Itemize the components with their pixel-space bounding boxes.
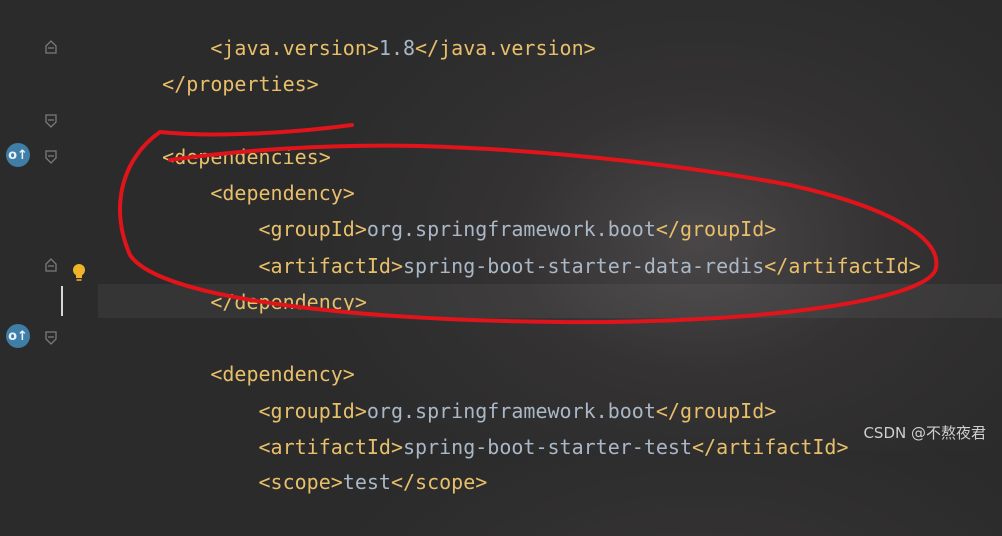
code-line: <dependencies> — [114, 103, 331, 169]
xml-tag: </dependency> — [210, 290, 367, 314]
code-line: <groupId>org.springframework.boot</group… — [114, 175, 777, 241]
code-line: <groupId>org.springframework.boot</group… — [114, 357, 777, 423]
watermark: CSDN @不熬夜君 — [863, 424, 986, 442]
code-line: <scope>test</scope> — [114, 428, 488, 494]
xml-text: spring-boot-starter-data-redis — [403, 254, 765, 278]
code-line: </properties> — [114, 30, 319, 96]
code-line: <artifactId>spring-boot-starter-data-red… — [114, 212, 921, 278]
code-editor[interactable]: <java.version>1.8</java.version> </prope… — [0, 0, 1002, 494]
xml-text: 1.8 — [378, 36, 416, 60]
code-line: <java.version>1.8</java.version> — [114, 0, 595, 60]
code-line: <artifactId>spring-boot-starter-test</ar… — [114, 393, 849, 459]
xml-tag: </properties> — [162, 72, 319, 96]
xml-tag: </artifactId> — [764, 254, 921, 278]
xml-text: test — [342, 470, 391, 494]
code-line: <dependency> — [114, 320, 355, 386]
xml-tag: </scope> — [390, 470, 488, 494]
xml-tag: </java.version> — [415, 36, 596, 60]
code-line: </dependency> — [114, 248, 367, 314]
xml-tag: <scope> — [258, 470, 343, 494]
xml-tag: </artifactId> — [691, 435, 849, 459]
code-line: <dependency> — [114, 139, 355, 205]
